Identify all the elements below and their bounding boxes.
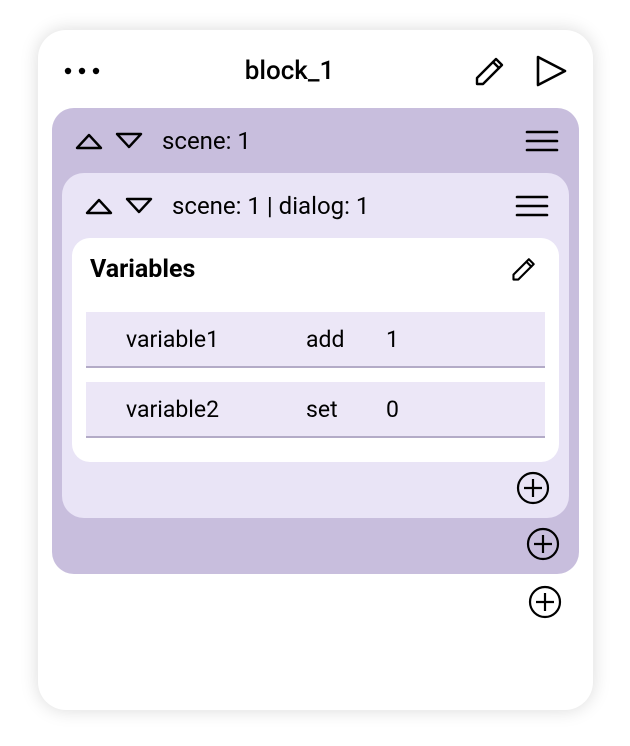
move-up-icon[interactable] bbox=[84, 195, 114, 217]
edit-icon[interactable] bbox=[469, 50, 511, 92]
variable-operation: add bbox=[306, 326, 376, 353]
header-actions bbox=[469, 50, 571, 92]
variable-operation: set bbox=[306, 396, 376, 423]
dialog-header: scene: 1 | dialog: 1 bbox=[72, 180, 559, 232]
dialog-sort-controls bbox=[84, 195, 154, 217]
block-header: block_1 bbox=[52, 48, 579, 104]
variable-name: variable1 bbox=[126, 326, 306, 353]
move-up-icon[interactable] bbox=[74, 130, 104, 152]
more-menu-icon[interactable] bbox=[60, 65, 110, 77]
dialog-block: scene: 1 | dialog: 1 Variables bbox=[62, 173, 569, 518]
variable-value: 1 bbox=[376, 326, 531, 353]
edit-variables-icon[interactable] bbox=[507, 252, 541, 286]
variable-value: 0 bbox=[376, 396, 531, 423]
variable-name: variable2 bbox=[126, 396, 306, 423]
scene-menu-icon[interactable] bbox=[525, 128, 559, 154]
move-down-icon[interactable] bbox=[114, 130, 144, 152]
block-add-row bbox=[52, 574, 579, 620]
dialog-add-row bbox=[72, 462, 559, 506]
scene-label: scene: 1 bbox=[162, 127, 525, 155]
variable-row[interactable]: variable1 add 1 bbox=[86, 312, 545, 368]
variables-title: Variables bbox=[90, 255, 195, 284]
scene-add-row bbox=[62, 518, 569, 562]
play-icon[interactable] bbox=[529, 50, 571, 92]
block-title: block_1 bbox=[110, 56, 469, 86]
block-card: block_1 scene: 1 bbox=[38, 30, 593, 710]
add-block-item-icon[interactable] bbox=[527, 584, 563, 620]
scene-block: scene: 1 scene: 1 | dialog: 1 Variab bbox=[52, 108, 579, 574]
dialog-label: scene: 1 | dialog: 1 bbox=[172, 192, 515, 220]
move-down-icon[interactable] bbox=[124, 195, 154, 217]
variables-panel: Variables variable1 add 1 variable2 bbox=[72, 238, 559, 462]
variable-row[interactable]: variable2 set 0 bbox=[86, 382, 545, 438]
variables-header: Variables bbox=[86, 252, 545, 298]
dialog-menu-icon[interactable] bbox=[515, 193, 549, 219]
add-scene-item-icon[interactable] bbox=[525, 526, 561, 562]
add-dialog-item-icon[interactable] bbox=[515, 470, 551, 506]
scene-sort-controls bbox=[74, 130, 144, 152]
scene-header: scene: 1 bbox=[62, 115, 569, 167]
